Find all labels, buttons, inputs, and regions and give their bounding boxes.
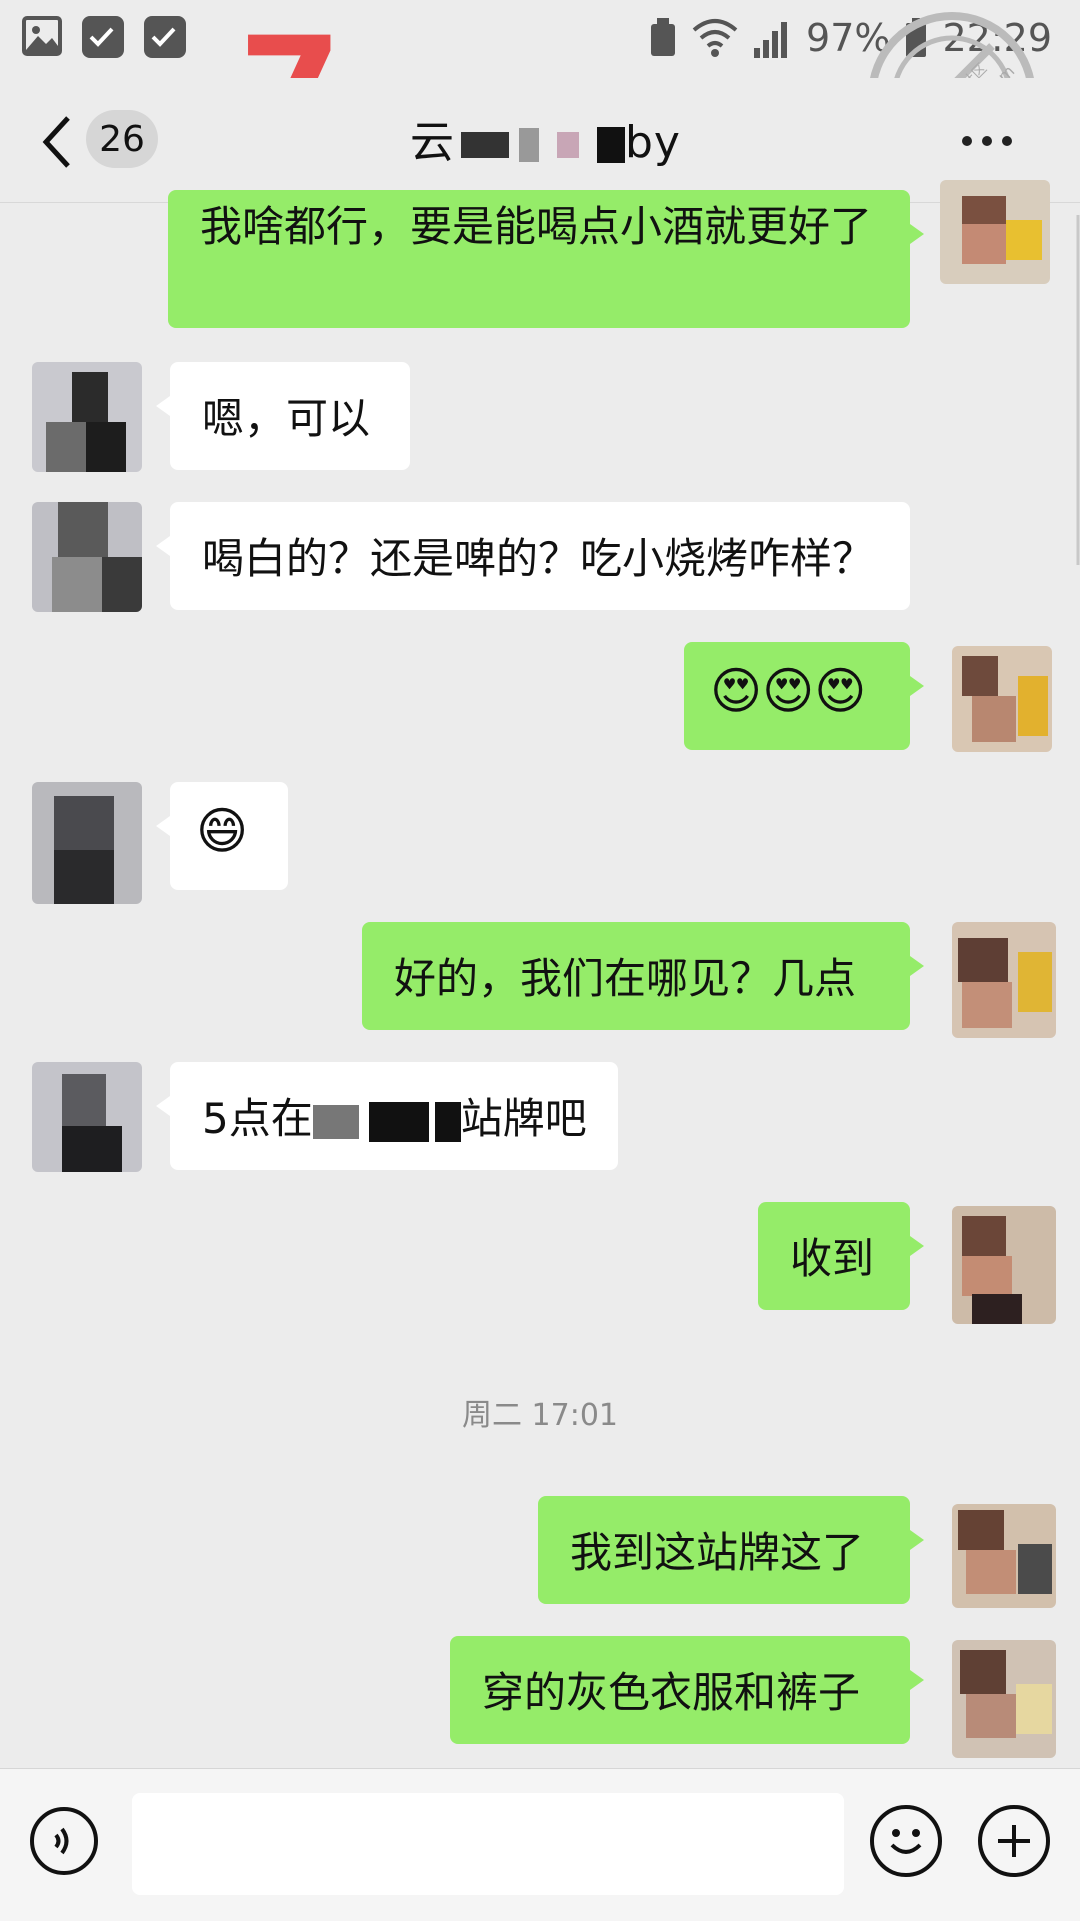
my-avatar[interactable]	[940, 180, 1050, 284]
signal-icon	[754, 22, 788, 58]
chat-title-prefix: 云	[410, 117, 455, 168]
outgoing-message[interactable]: 好的，我们在哪见？几点	[362, 922, 924, 1030]
my-avatar[interactable]	[952, 922, 1056, 1038]
contact-avatar[interactable]	[32, 362, 142, 472]
emoji-button[interactable]	[870, 1805, 942, 1877]
outgoing-message[interactable]: 收到	[758, 1202, 924, 1310]
redaction-mask	[312, 1104, 359, 1139]
timestamp: 周二 17:01	[462, 1398, 618, 1433]
recycle-icon	[651, 18, 676, 56]
notification-icons	[22, 16, 186, 58]
redaction-mask	[368, 1101, 429, 1142]
scrollbar[interactable]	[1068, 215, 1080, 565]
outgoing-message[interactable]: 我到这站牌这了	[538, 1496, 924, 1604]
smiley-icon	[890, 1829, 922, 1854]
contact-avatar[interactable]	[32, 782, 142, 904]
outgoing-message[interactable]: 我啥都行，要是能喝点小酒就更好了	[168, 190, 924, 328]
redaction-mask	[519, 128, 539, 162]
message-text: 穿的灰色衣服和裤子	[482, 1668, 861, 1717]
more-functions-button[interactable]	[978, 1805, 1050, 1877]
contact-avatar[interactable]	[32, 502, 142, 612]
incoming-message[interactable]: 嗯，可以	[156, 362, 410, 470]
contact-avatar[interactable]	[32, 1062, 142, 1172]
my-avatar[interactable]	[952, 646, 1052, 752]
message-text: 嗯，可以	[202, 394, 371, 443]
chat-title-suffix: by	[625, 117, 681, 168]
redaction-mask	[597, 127, 625, 163]
message-text-start: 5点在	[202, 1094, 313, 1143]
redaction-mask	[461, 132, 509, 158]
message-text: 喝白的？还是啤的？吃小烧烤咋样？	[202, 534, 875, 583]
message-text: 好的，我们在哪见？几点	[394, 954, 857, 1003]
my-avatar[interactable]	[952, 1206, 1056, 1324]
app-check-icon	[82, 16, 124, 58]
dot-icon	[1002, 136, 1012, 146]
message-text-end: 站牌吧	[460, 1094, 587, 1143]
message-text: 我到这站牌这了	[570, 1528, 865, 1577]
image-icon	[22, 16, 62, 56]
wifi-icon	[692, 19, 738, 57]
incoming-message[interactable]: 喝白的？还是啤的？吃小烧烤咋样？	[156, 502, 910, 610]
unread-count-badge[interactable]: 26	[86, 110, 158, 168]
message-text: 我啥都行，要是能喝点小酒就更好了	[200, 202, 873, 251]
outgoing-message[interactable]: 😍😍😍	[684, 642, 924, 750]
message-text: 收到	[790, 1234, 875, 1283]
my-avatar[interactable]	[952, 1640, 1056, 1758]
chat-title: 云 by	[410, 106, 681, 170]
outgoing-message[interactable]: 穿的灰色衣服和裤子	[450, 1636, 924, 1744]
plus-icon	[998, 1825, 1030, 1857]
voice-icon	[54, 1827, 69, 1855]
message-input[interactable]	[132, 1793, 844, 1895]
incoming-message[interactable]: 5点在 站牌吧	[156, 1062, 618, 1170]
dot-icon	[962, 136, 972, 146]
back-arrow-icon[interactable]	[38, 114, 78, 170]
redaction-mask	[434, 1101, 461, 1142]
incoming-message[interactable]: 😄	[156, 782, 288, 890]
emoji-message: 😍😍😍	[710, 662, 867, 720]
dot-icon	[982, 136, 992, 146]
more-options-button[interactable]	[962, 126, 1032, 156]
app-check-icon	[144, 16, 186, 58]
chat-header: 26 云 by	[0, 78, 1080, 203]
emoji-message: 😄	[196, 802, 249, 860]
my-avatar[interactable]	[952, 1504, 1056, 1608]
voice-input-button[interactable]	[30, 1807, 98, 1875]
input-bar	[0, 1768, 1080, 1921]
redaction-mask	[557, 132, 579, 158]
